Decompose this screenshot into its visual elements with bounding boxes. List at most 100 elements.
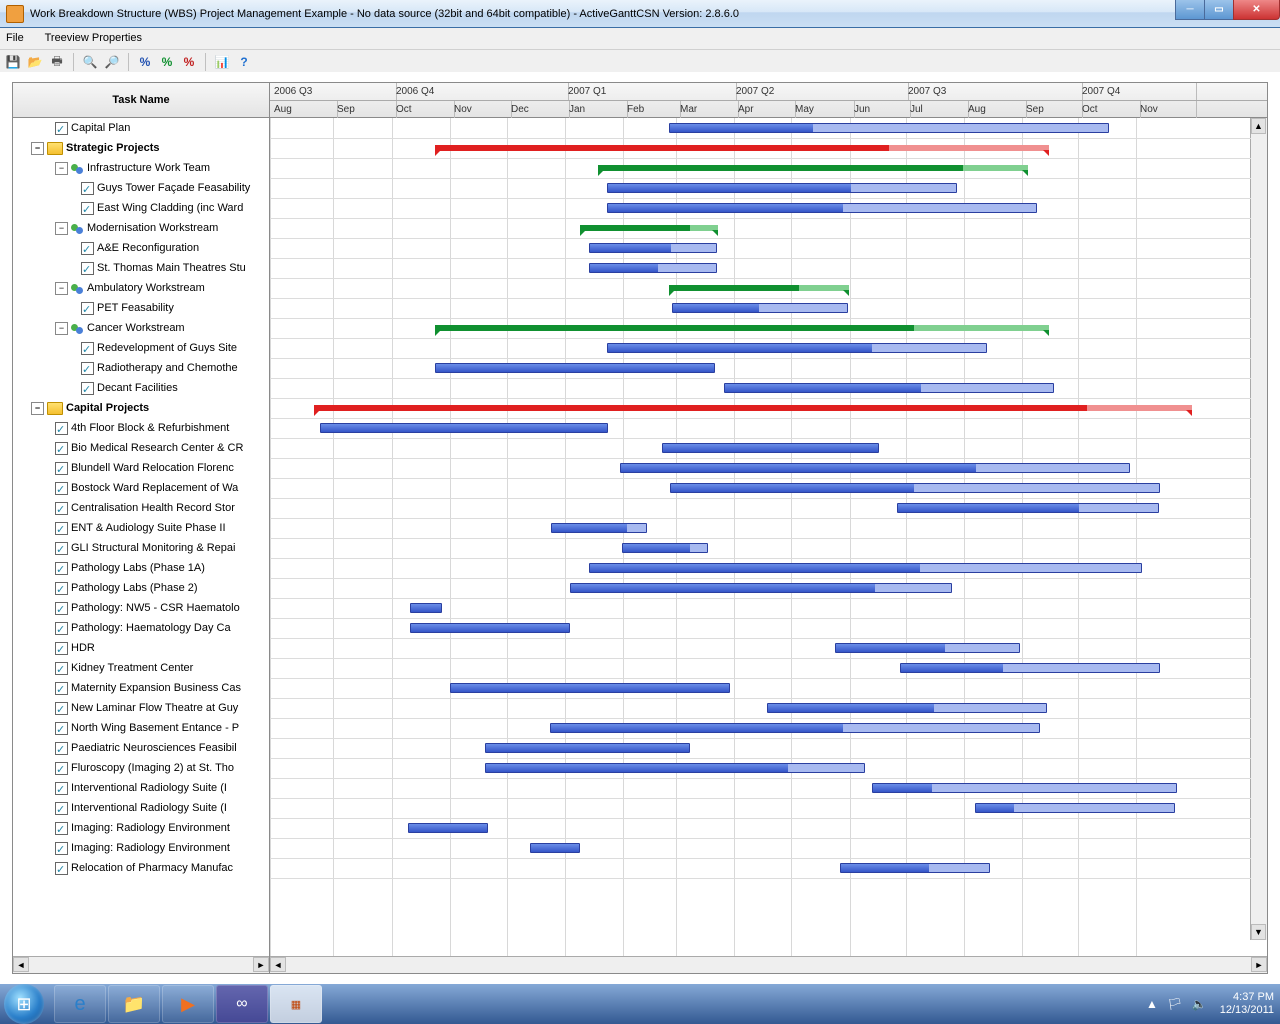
gantt-bar[interactable] [620, 463, 1130, 473]
zoom-in-icon[interactable]: 🔍 [81, 53, 99, 71]
gantt-bar[interactable] [485, 763, 865, 773]
gantt-bar[interactable] [662, 443, 879, 453]
task-row[interactable]: PET Feasability [13, 298, 269, 318]
checkbox-icon[interactable] [81, 382, 94, 395]
task-row[interactable]: Redevelopment of Guys Site [13, 338, 269, 358]
task-row[interactable]: Kidney Treatment Center [13, 658, 269, 678]
task-row[interactable]: Pathology Labs (Phase 1A) [13, 558, 269, 578]
gantt-bar[interactable] [450, 683, 730, 693]
summary-bar[interactable] [669, 285, 849, 291]
taskbar-app-icon[interactable]: ▦ [270, 985, 322, 1023]
taskbar-vs-icon[interactable]: ∞ [216, 985, 268, 1023]
expand-icon[interactable]: − [55, 162, 68, 175]
task-row[interactable]: HDR [13, 638, 269, 658]
save-icon[interactable]: 💾 [4, 53, 22, 71]
task-row[interactable]: Bostock Ward Replacement of Wa [13, 478, 269, 498]
checkbox-icon[interactable] [55, 582, 68, 595]
taskbar-ie-icon[interactable]: e [54, 985, 106, 1023]
task-row[interactable]: Guys Tower Façade Feasability [13, 178, 269, 198]
checkbox-icon[interactable] [55, 482, 68, 495]
checkbox-icon[interactable] [55, 642, 68, 655]
summary-bar[interactable] [435, 145, 1049, 151]
checkbox-icon[interactable] [55, 542, 68, 555]
task-tree[interactable]: Capital Plan−Strategic Projects−Infrastr… [13, 118, 269, 956]
task-row[interactable]: 4th Floor Block & Refurbishment [13, 418, 269, 438]
tray-clock[interactable]: 4:37 PM 12/13/2011 [1220, 991, 1274, 1017]
scroll-down-icon[interactable]: ▼ [1251, 924, 1266, 940]
gantt-bar[interactable] [724, 383, 1054, 393]
gantt-vscrollbar[interactable]: ▲ ▼ [1250, 118, 1267, 940]
task-row[interactable]: Relocation of Pharmacy Manufac [13, 858, 269, 878]
checkbox-icon[interactable] [55, 522, 68, 535]
gantt-bar[interactable] [897, 503, 1159, 513]
checkbox-icon[interactable] [55, 682, 68, 695]
task-row[interactable]: Capital Plan [13, 118, 269, 138]
gantt-bar[interactable] [672, 303, 848, 313]
gantt-bar[interactable] [900, 663, 1160, 673]
task-row[interactable]: ENT & Audiology Suite Phase II [13, 518, 269, 538]
zoom-out-icon[interactable]: 🔎 [103, 53, 121, 71]
checkbox-icon[interactable] [81, 182, 94, 195]
checkbox-icon[interactable] [81, 262, 94, 275]
gantt-bar[interactable] [589, 263, 717, 273]
checkbox-icon[interactable] [55, 842, 68, 855]
gantt-bar[interactable] [550, 723, 1040, 733]
gantt-bar[interactable] [589, 563, 1142, 573]
gantt-bar[interactable] [589, 243, 717, 253]
task-row[interactable]: −Modernisation Workstream [13, 218, 269, 238]
gantt-bar[interactable] [530, 843, 580, 853]
system-tray[interactable]: ▲ 🏳 🔈 4:37 PM 12/13/2011 [1146, 986, 1274, 1022]
task-row[interactable]: GLI Structural Monitoring & Repai [13, 538, 269, 558]
maximize-button[interactable]: ▭ [1204, 0, 1234, 20]
task-row[interactable]: Imaging: Radiology Environment [13, 818, 269, 838]
chart-icon[interactable]: 📊 [213, 53, 231, 71]
gantt-bar[interactable] [551, 523, 647, 533]
summary-bar[interactable] [598, 165, 1028, 171]
expand-icon[interactable]: − [31, 402, 44, 415]
gantt-chart[interactable]: ▲ ▼ [270, 118, 1267, 956]
percent-blue-icon[interactable]: % [136, 53, 154, 71]
checkbox-icon[interactable] [55, 462, 68, 475]
checkbox-icon[interactable] [55, 602, 68, 615]
checkbox-icon[interactable] [81, 342, 94, 355]
minimize-button[interactable]: ─ [1175, 0, 1205, 20]
task-row[interactable]: Radiotherapy and Chemothe [13, 358, 269, 378]
gantt-bar[interactable] [320, 423, 608, 433]
task-row[interactable]: −Cancer Workstream [13, 318, 269, 338]
expand-icon[interactable]: − [55, 322, 68, 335]
expand-icon[interactable]: − [55, 282, 68, 295]
gantt-bar[interactable] [485, 743, 690, 753]
checkbox-icon[interactable] [55, 802, 68, 815]
checkbox-icon[interactable] [81, 242, 94, 255]
taskbar-mediaplayer-icon[interactable]: ▶ [162, 985, 214, 1023]
gantt-bar[interactable] [607, 343, 987, 353]
scroll-up-icon[interactable]: ▲ [1251, 118, 1266, 134]
task-row[interactable]: A&E Reconfiguration [13, 238, 269, 258]
summary-bar[interactable] [435, 325, 1049, 331]
open-icon[interactable]: 📂 [26, 53, 44, 71]
checkbox-icon[interactable] [55, 822, 68, 835]
gantt-bar[interactable] [410, 603, 442, 613]
checkbox-icon[interactable] [55, 562, 68, 575]
scroll-left-icon[interactable]: ◄ [270, 957, 286, 972]
help-icon[interactable]: ? [235, 53, 253, 71]
gantt-bar[interactable] [835, 643, 1020, 653]
percent-green-icon[interactable]: % [158, 53, 176, 71]
checkbox-icon[interactable] [55, 422, 68, 435]
task-row[interactable]: Pathology Labs (Phase 2) [13, 578, 269, 598]
tray-icons[interactable]: ▲ 🏳 🔈 [1146, 997, 1210, 1011]
scroll-left-icon[interactable]: ◄ [13, 957, 29, 972]
task-row[interactable]: Paediatric Neurosciences Feasibil [13, 738, 269, 758]
summary-bar[interactable] [580, 225, 718, 231]
checkbox-icon[interactable] [55, 122, 68, 135]
tree-hscrollbar[interactable]: ◄ ► [13, 956, 269, 973]
checkbox-icon[interactable] [55, 742, 68, 755]
expand-icon[interactable]: − [55, 222, 68, 235]
task-row[interactable]: Decant Facilities [13, 378, 269, 398]
task-row[interactable]: Maternity Expansion Business Cas [13, 678, 269, 698]
scroll-right-icon[interactable]: ► [253, 957, 269, 972]
gantt-bar[interactable] [840, 863, 990, 873]
task-row[interactable]: East Wing Cladding (inc Ward [13, 198, 269, 218]
checkbox-icon[interactable] [55, 442, 68, 455]
gantt-hscrollbar[interactable]: ◄ ► [270, 956, 1267, 973]
